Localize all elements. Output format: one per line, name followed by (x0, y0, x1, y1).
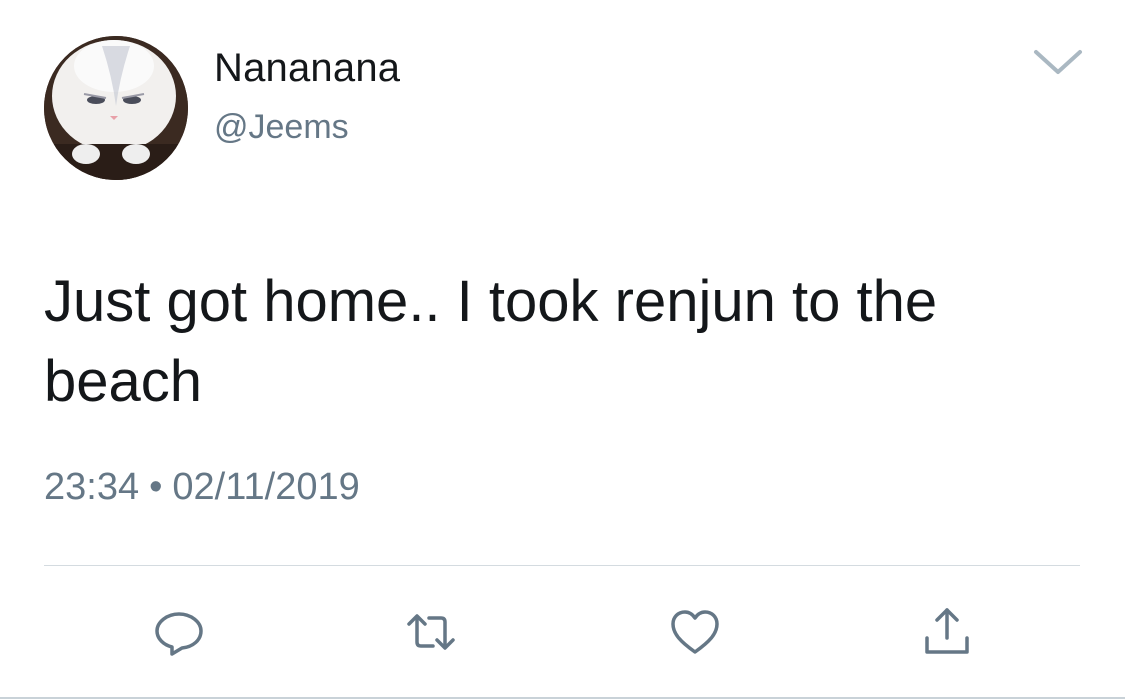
retweet-icon (407, 614, 455, 650)
chevron-down-icon[interactable] (1030, 42, 1086, 78)
tweet-text: Just got home.. I took renjun to the bea… (44, 269, 938, 414)
meta-separator: • (149, 466, 163, 508)
divider (44, 565, 1080, 566)
tweet-date: 02/11/2019 (172, 466, 360, 508)
reply-button[interactable] (151, 604, 207, 660)
bottom-border (0, 697, 1125, 699)
bunny-avatar-image (44, 36, 188, 180)
like-button[interactable] (667, 604, 723, 660)
tweet-meta: 23:34 • 02/11/2019 (44, 466, 360, 509)
tweet-time: 23:34 (44, 466, 140, 508)
share-icon (925, 608, 969, 654)
avatar[interactable] (44, 36, 188, 180)
share-button[interactable] (919, 604, 975, 660)
user-handle[interactable]: @Jeems (214, 108, 349, 147)
tweet-card: Nananana @Jeems Just got home.. I took r… (0, 0, 1125, 700)
heart-icon (671, 610, 719, 654)
reply-icon (155, 612, 203, 656)
display-name[interactable]: Nananana (214, 46, 400, 91)
retweet-button[interactable] (403, 604, 459, 660)
